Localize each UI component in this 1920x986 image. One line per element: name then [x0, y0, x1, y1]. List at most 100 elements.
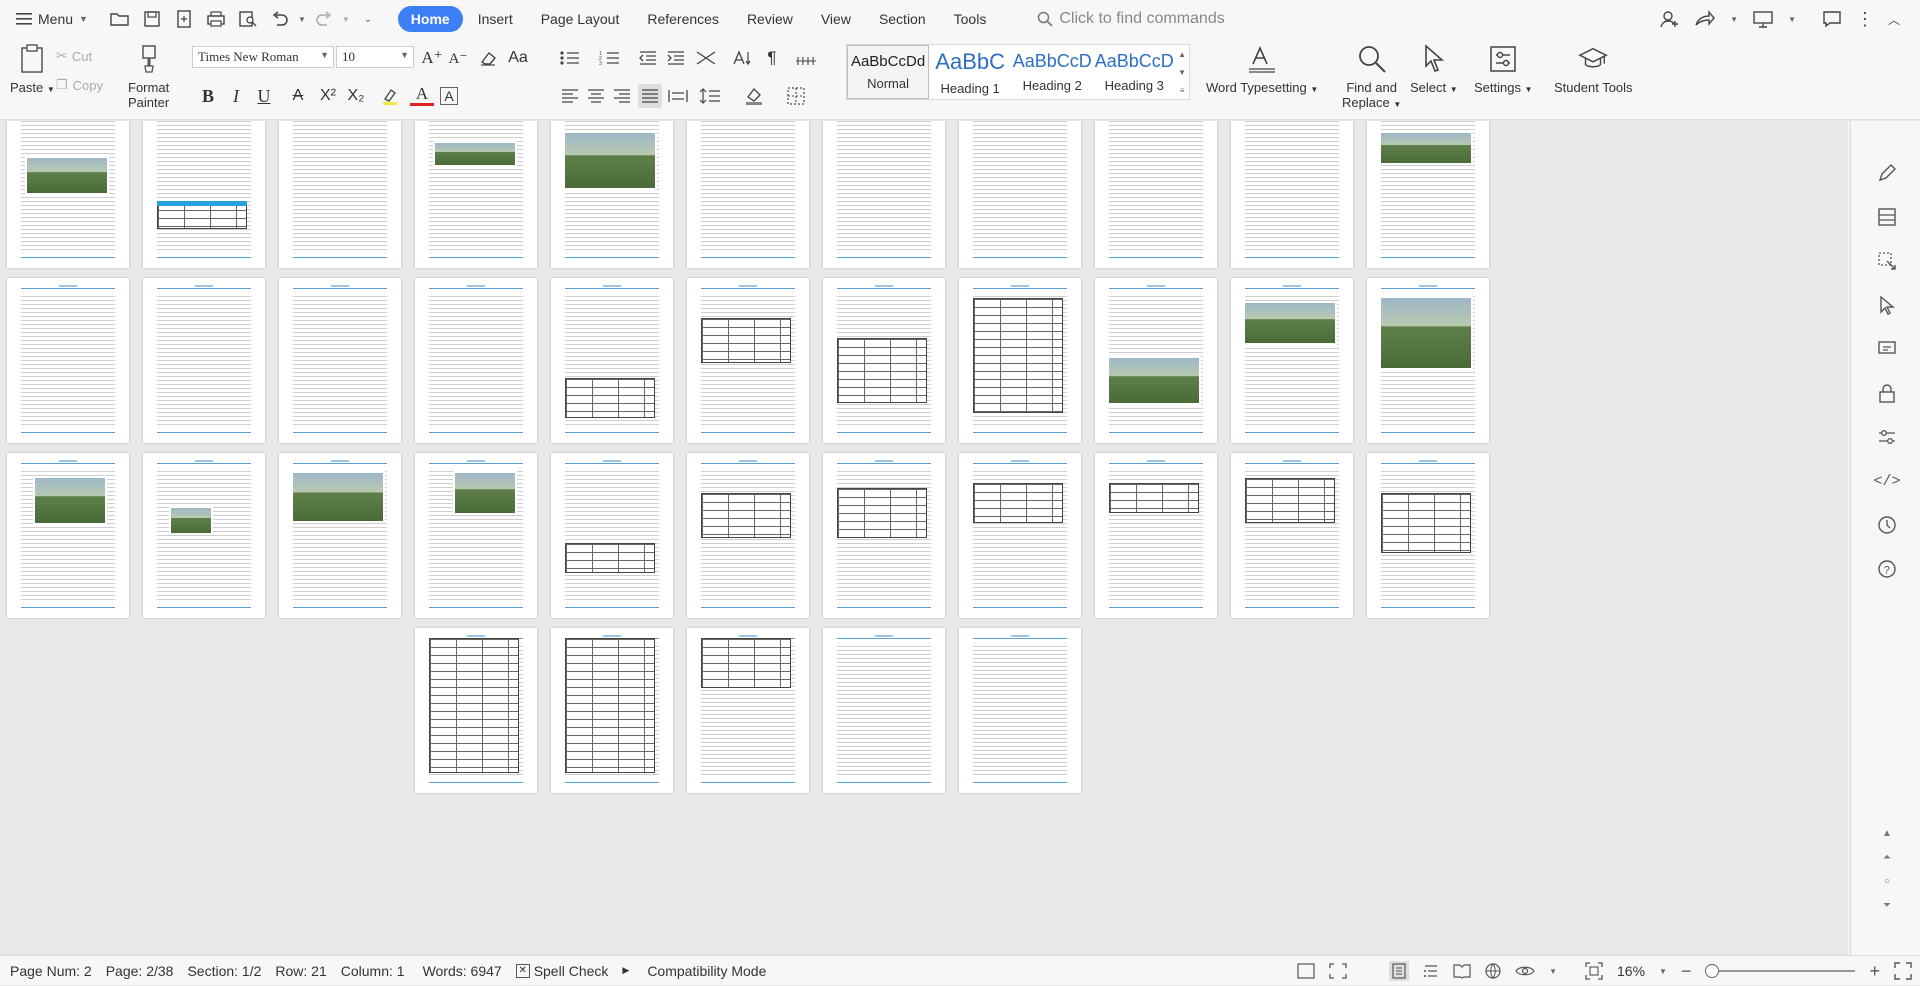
- undo-dropdown-icon[interactable]: ▼: [298, 15, 306, 24]
- page-thumbnail[interactable]: [415, 453, 537, 618]
- page-thumbnail[interactable]: [959, 628, 1081, 793]
- main-menu-button[interactable]: Menu ▼: [0, 0, 102, 38]
- page-thumbnail[interactable]: [1367, 453, 1489, 618]
- present-dropdown-icon[interactable]: ▼: [1788, 15, 1796, 24]
- increase-font-size-icon[interactable]: A⁺: [420, 46, 444, 70]
- page-thumbnail[interactable]: [1095, 278, 1217, 443]
- add-user-icon[interactable]: [1660, 10, 1680, 28]
- character-border-icon[interactable]: A: [440, 87, 458, 105]
- page-thumbnail[interactable]: [279, 278, 401, 443]
- zoom-out-icon[interactable]: −: [1681, 961, 1692, 982]
- status-page[interactable]: Page: 2/38: [106, 963, 174, 979]
- page-thumbnail[interactable]: [1231, 121, 1353, 268]
- decrease-indent-icon[interactable]: [636, 46, 660, 70]
- page-thumbnail[interactable]: [7, 121, 129, 268]
- style-heading-2[interactable]: AaBbCcD Heading 2: [1011, 45, 1093, 99]
- cut-button[interactable]: ✂ Cut: [56, 48, 92, 64]
- tab-home[interactable]: Home: [397, 6, 463, 32]
- page-thumbnail[interactable]: [279, 121, 401, 268]
- zoom-slider[interactable]: [1705, 964, 1856, 978]
- tab-references[interactable]: References: [634, 6, 732, 32]
- paragraph-mark-icon[interactable]: ¶: [760, 46, 784, 70]
- page-thumbnail[interactable]: [959, 453, 1081, 618]
- fit-page-icon[interactable]: [1585, 962, 1603, 980]
- subscript-icon[interactable]: X₂: [344, 84, 368, 108]
- zoom-in-icon[interactable]: +: [1869, 961, 1880, 982]
- paste-button[interactable]: Paste ▼: [10, 44, 55, 97]
- page-thumbnail[interactable]: [823, 278, 945, 443]
- zoom-value[interactable]: 16%: [1617, 963, 1645, 979]
- numbered-list-icon[interactable]: 123: [598, 46, 622, 70]
- page-thumbnail[interactable]: [143, 453, 265, 618]
- page-thumbnail[interactable]: [823, 453, 945, 618]
- status-page-num[interactable]: Page Num: 2: [10, 963, 92, 979]
- zoom-slider-knob[interactable]: [1705, 964, 1720, 978]
- redo-dropdown-icon[interactable]: ▼: [342, 15, 350, 24]
- present-icon[interactable]: [1752, 10, 1774, 28]
- help-icon[interactable]: ?: [1875, 557, 1899, 581]
- print-icon[interactable]: [202, 5, 230, 33]
- style-normal[interactable]: AaBbCcDd Normal: [847, 45, 930, 99]
- page-thumbnail[interactable]: [7, 278, 129, 443]
- line-spacing-icon[interactable]: [698, 84, 722, 108]
- page-thumbnail[interactable]: [143, 278, 265, 443]
- font-color-icon[interactable]: A: [410, 84, 434, 106]
- eye-protection-icon[interactable]: [1515, 964, 1535, 978]
- font-size-select[interactable]: 10 ▼: [336, 46, 414, 68]
- format-painter-button[interactable]: Format Painter: [128, 44, 169, 110]
- underline-icon[interactable]: U: [252, 84, 276, 108]
- redo-icon[interactable]: [310, 5, 338, 33]
- select-objects-icon[interactable]: [1875, 249, 1899, 273]
- page-thumbnail[interactable]: [823, 628, 945, 793]
- superscript-icon[interactable]: X²: [316, 84, 340, 108]
- tab-tools[interactable]: Tools: [941, 6, 1000, 32]
- outline-icon[interactable]: [1297, 963, 1315, 979]
- style-heading-3[interactable]: AaBbCcD Heading 3: [1093, 45, 1175, 99]
- decrease-font-size-icon[interactable]: A⁻: [446, 46, 470, 70]
- page-thumbnail[interactable]: [415, 278, 537, 443]
- sliders-icon[interactable]: [1875, 425, 1899, 449]
- align-center-icon[interactable]: [584, 84, 608, 108]
- bullet-list-icon[interactable]: [558, 46, 582, 70]
- settings-button[interactable]: Settings ▼: [1474, 44, 1533, 97]
- page-thumbnail[interactable]: [551, 628, 673, 793]
- word-typesetting-button[interactable]: Word Typesetting ▼: [1206, 44, 1318, 97]
- tab-insert[interactable]: Insert: [465, 6, 526, 32]
- page-thumbnail[interactable]: [1367, 278, 1489, 443]
- export-pdf-icon[interactable]: [170, 5, 198, 33]
- copy-button[interactable]: ❐ Copy: [56, 77, 103, 93]
- tab-stops-icon[interactable]: [794, 46, 818, 70]
- tab-review[interactable]: Review: [734, 6, 806, 32]
- page-thumbnail[interactable]: [687, 121, 809, 268]
- focus-mode-icon[interactable]: [1329, 963, 1347, 979]
- pen-icon[interactable]: [1875, 161, 1899, 185]
- italic-icon[interactable]: I: [224, 84, 248, 108]
- previous-page-icon[interactable]: ⏶: [1875, 845, 1899, 869]
- style-heading-1[interactable]: AaBbC Heading 1: [929, 45, 1011, 99]
- layout-panel-icon[interactable]: [1875, 205, 1899, 229]
- document-canvas[interactable]: [0, 121, 1850, 955]
- save-icon[interactable]: [138, 5, 166, 33]
- page-thumbnail[interactable]: [415, 121, 537, 268]
- style-brush-icon[interactable]: [1875, 337, 1899, 361]
- shading-icon[interactable]: [742, 84, 766, 108]
- history-icon[interactable]: [1875, 513, 1899, 537]
- page-thumbnail[interactable]: [415, 628, 537, 793]
- customize-toolbar-icon[interactable]: ⌄: [354, 5, 382, 33]
- spell-check-button[interactable]: ✕ Spell Check ▶: [515, 963, 629, 979]
- more-options-icon[interactable]: ⋮: [1856, 9, 1874, 30]
- borders-icon[interactable]: [784, 84, 808, 108]
- tab-section[interactable]: Section: [866, 6, 939, 32]
- page-thumbnail[interactable]: [279, 453, 401, 618]
- page-thumbnail[interactable]: [687, 278, 809, 443]
- page-thumbnail[interactable]: [7, 453, 129, 618]
- change-case-icon[interactable]: Aa: [506, 46, 530, 70]
- pointer-icon[interactable]: [1875, 293, 1899, 317]
- page-thumbnail[interactable]: [1095, 121, 1217, 268]
- scroll-up-icon[interactable]: ▲: [1875, 821, 1899, 845]
- page-thumbnail[interactable]: [551, 121, 673, 268]
- page-thumbnail[interactable]: [1231, 278, 1353, 443]
- print-layout-icon[interactable]: [1389, 961, 1410, 981]
- font-name-select[interactable]: Times New Roman ▼: [192, 46, 334, 68]
- undo-icon[interactable]: [266, 5, 294, 33]
